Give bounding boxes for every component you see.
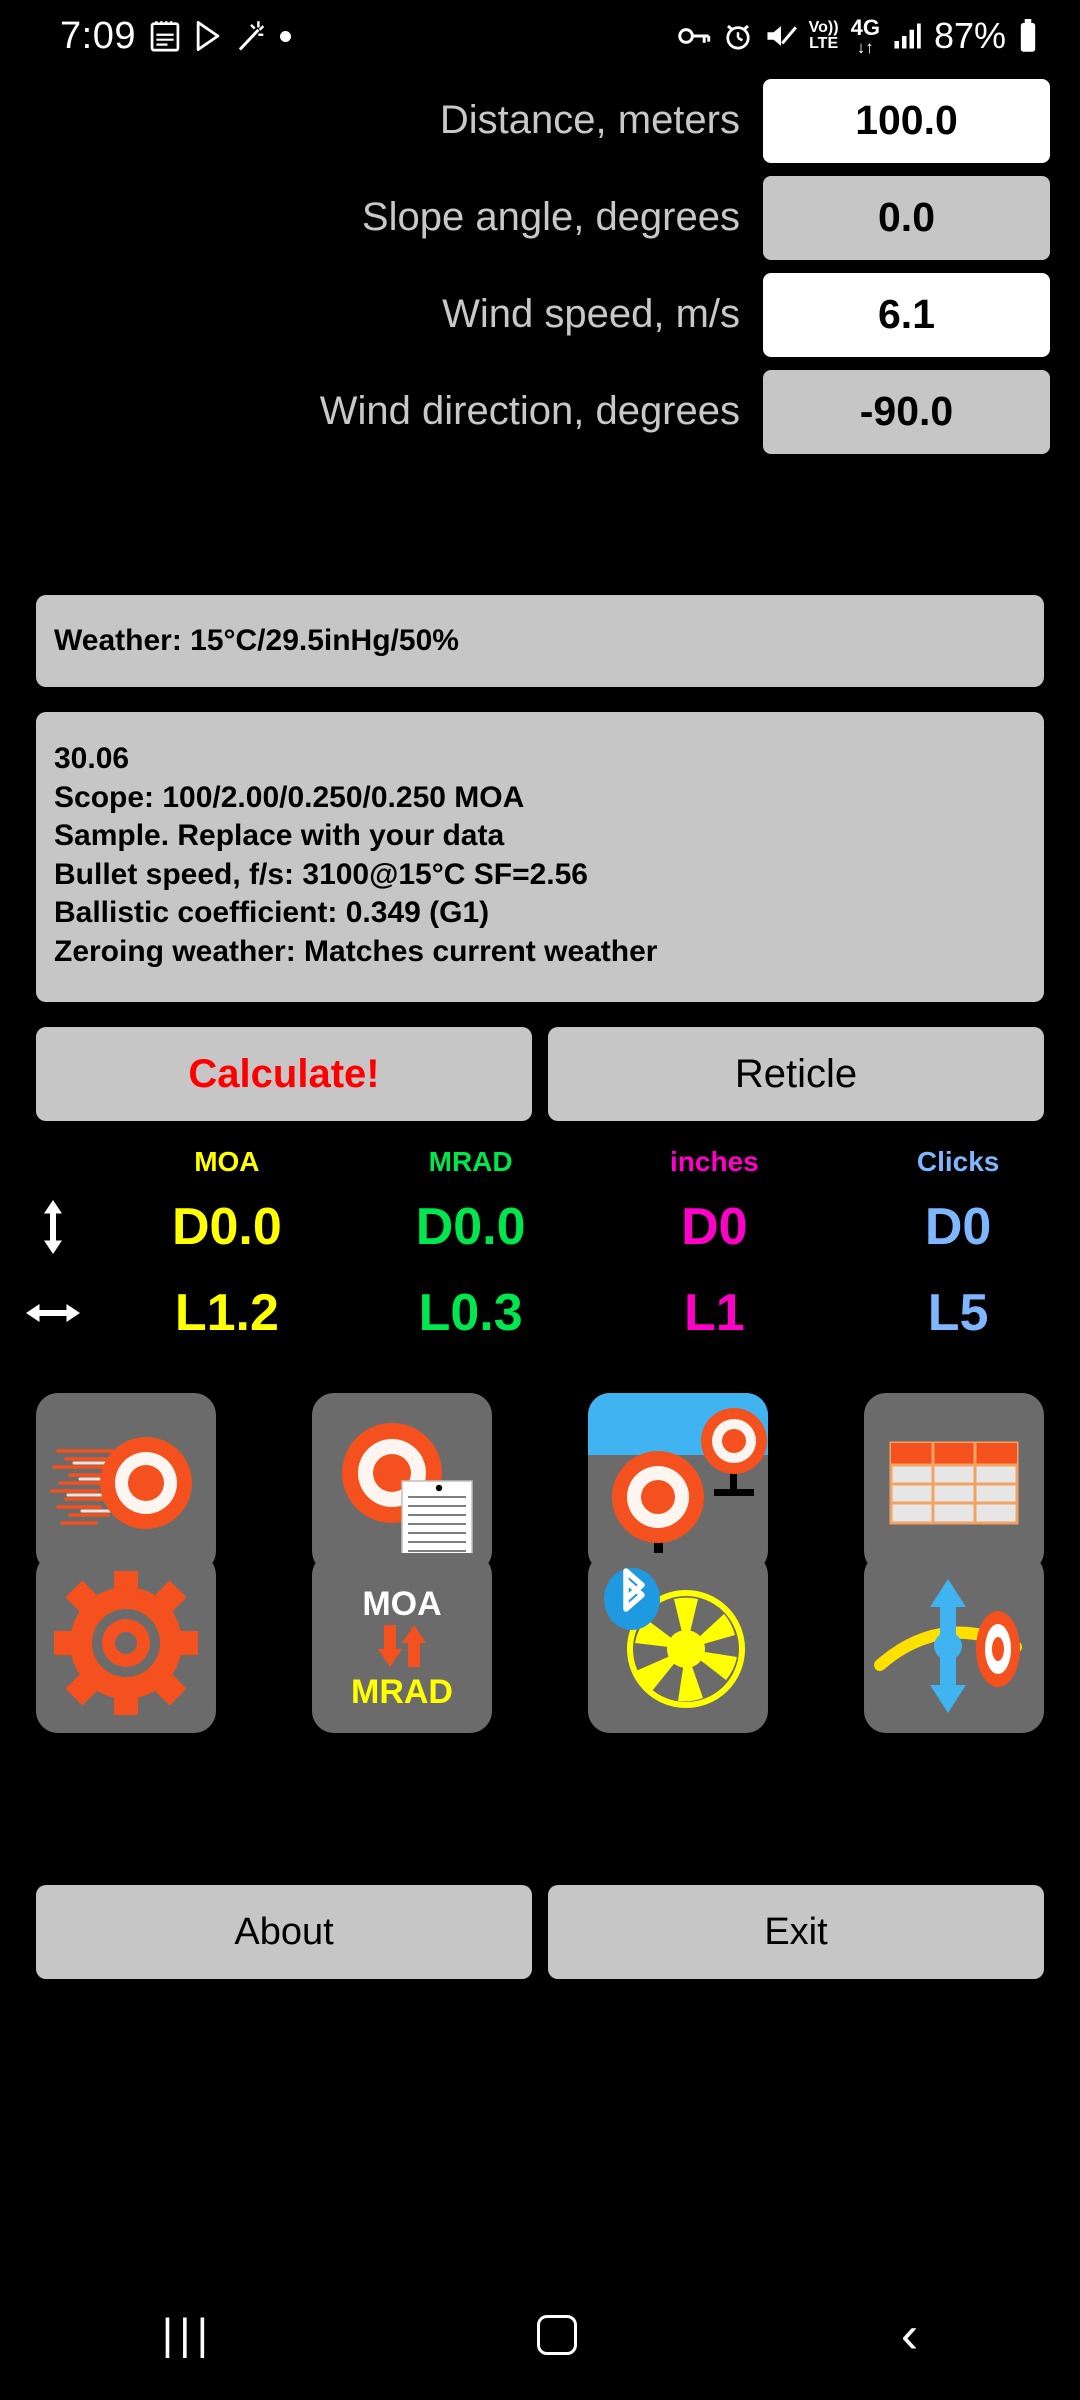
net-label: 4G (850, 14, 880, 40)
status-bar-left: 7:09 (60, 15, 291, 58)
profile-line-bc: Ballistic coefficient: 0.349 (G1) (54, 896, 490, 929)
4g-icon: 4G ↓↑ (850, 14, 880, 57)
result-elevation-inches: D0 (681, 1198, 748, 1256)
status-bar: 7:09 Vo)) LTE 4G ↓↑ 87% (0, 0, 1080, 72)
input-fields-section: Distance, meters 100.0 Slope angle, degr… (0, 72, 1080, 460)
moa-converter-bottom-label: MRAD (351, 1673, 453, 1711)
results-header-row: MOA MRAD inches Clicks (0, 1140, 1080, 1184)
multi-target-range-icon[interactable] (588, 1393, 768, 1573)
status-bar-right: Vo)) LTE 4G ↓↑ 87% (677, 15, 1038, 57)
dot-icon (279, 30, 291, 42)
wind-speed-input[interactable]: 6.1 (763, 272, 1050, 357)
exit-button[interactable]: Exit (548, 1885, 1044, 1979)
reticle-button-label: Reticle (734, 1051, 858, 1096)
net-arrows: ↓↑ (856, 37, 874, 57)
bullet-trajectory-target-icon[interactable] (36, 1393, 216, 1573)
target-report-icon[interactable] (312, 1393, 492, 1573)
home-icon[interactable] (537, 2315, 578, 2355)
system-navigation-bar: ||| ‹ (0, 2270, 1080, 2400)
results-row-windage: L1.2 L0.3 L1 L5 (0, 1270, 1080, 1356)
moa-mrad-converter-icon[interactable]: MOA MRAD (312, 1553, 492, 1733)
rifle-profile-panel[interactable]: 30.06 Scope: 100/2.00/0.250/0.250 MOA Sa… (36, 712, 1044, 1002)
distance-label: Distance, meters (439, 98, 740, 142)
profile-line-note: Sample. Replace with your data (54, 819, 505, 852)
result-windage-clicks: L5 (927, 1284, 989, 1342)
about-button-label: About (234, 1910, 334, 1953)
weather-panel[interactable]: Weather: 15°C/29.5inHg/50% (36, 595, 1044, 687)
result-windage-inches: L1 (684, 1284, 745, 1342)
results-header-inches: inches (670, 1146, 759, 1177)
calculate-button-label: Calculate! (188, 1051, 380, 1096)
play-store-icon (196, 21, 220, 51)
volte-bottom: LTE (809, 35, 839, 52)
recents-icon[interactable]: ||| (162, 2310, 214, 2360)
result-elevation-mrad: D0.0 (415, 1198, 526, 1256)
action-button-row: Calculate! Reticle (0, 1027, 1080, 1121)
exit-button-label: Exit (764, 1910, 828, 1953)
vertical-arrow-icon (0, 1200, 105, 1254)
distance-input[interactable]: 100.0 (763, 78, 1050, 163)
weather-text: Weather: 15°C/29.5inHg/50% (54, 624, 459, 657)
magic-wand-icon (238, 21, 265, 51)
icon-grid-row-2: MOA MRAD (0, 1553, 1080, 1733)
input-row-slope-angle: Slope angle, degrees 0.0 (0, 169, 1080, 266)
icon-grid-row-1 (0, 1393, 1080, 1573)
back-icon[interactable]: ‹ (901, 2309, 918, 2361)
calendar-icon (150, 21, 180, 52)
calculate-button[interactable]: Calculate! (36, 1027, 532, 1121)
signal-icon (894, 23, 921, 49)
slope-angle-input[interactable]: 0.0 (763, 175, 1050, 260)
profile-line-scope: Scope: 100/2.00/0.250/0.250 MOA (54, 780, 525, 814)
settings-gear-icon[interactable] (36, 1553, 216, 1733)
result-elevation-clicks: D0 (924, 1198, 992, 1256)
alarm-icon (726, 24, 750, 50)
slope-angle-label: Slope angle, degrees (361, 195, 740, 239)
results-grid: MOA MRAD inches Clicks D0.0 D0.0 D0 D0 L… (0, 1140, 1080, 1356)
battery-icon (1020, 19, 1036, 52)
profile-line-caliber: 30.06 (54, 742, 130, 775)
mute-icon (767, 26, 797, 46)
wind-direction-label: Wind direction, degrees (319, 389, 740, 433)
vpn-key-icon (677, 28, 710, 44)
horizontal-arrow-icon (0, 1298, 105, 1328)
ballistic-table-icon[interactable] (864, 1393, 1044, 1573)
battery-percentage: 87% (933, 15, 1006, 56)
result-windage-moa: L1.2 (174, 1284, 279, 1342)
results-row-elevation: D0.0 D0.0 D0 D0 (0, 1184, 1080, 1270)
wind-direction-input[interactable]: -90.0 (763, 369, 1050, 454)
about-button[interactable]: About (36, 1885, 532, 1979)
wind-speed-label: Wind speed, m/s (442, 292, 740, 336)
results-header-mrad: MRAD (428, 1146, 513, 1177)
trajectory-adjust-icon[interactable] (864, 1553, 1044, 1733)
profile-line-speed: Bullet speed, f/s: 3100@15°C SF=2.56 (54, 857, 588, 891)
input-row-distance: Distance, meters 100.0 (0, 72, 1080, 169)
profile-line-zeroing: Zeroing weather: Matches current weather (54, 934, 658, 968)
volte-icon: Vo)) LTE (809, 20, 839, 52)
volte-top: Vo)) (808, 19, 839, 36)
results-header-clicks: Clicks (916, 1146, 1000, 1177)
input-row-wind-direction: Wind direction, degrees -90.0 (0, 363, 1080, 460)
results-header-moa: MOA (194, 1146, 260, 1177)
input-row-wind-speed: Wind speed, m/s 6.1 (0, 266, 1080, 363)
reticle-button[interactable]: Reticle (548, 1027, 1044, 1121)
status-bar-clock: 7:09 (60, 14, 136, 57)
bluetooth-anemometer-icon[interactable] (588, 1553, 768, 1733)
bottom-button-row: About Exit (0, 1885, 1080, 1979)
result-elevation-moa: D0.0 (171, 1198, 282, 1256)
result-windage-mrad: L0.3 (418, 1284, 523, 1342)
moa-converter-top-label: MOA (362, 1585, 441, 1623)
